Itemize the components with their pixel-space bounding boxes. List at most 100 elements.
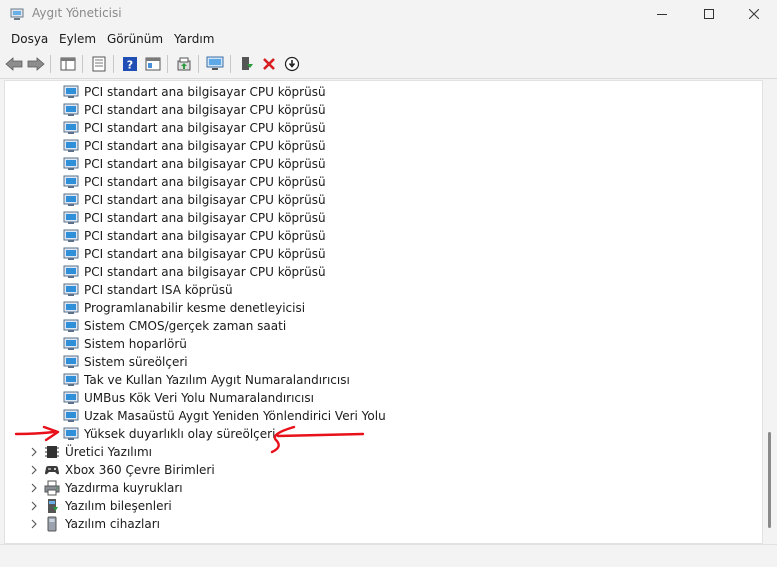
properties-icon — [92, 56, 106, 72]
toolbar-separator — [167, 55, 168, 73]
view-panel-icon — [145, 57, 161, 71]
device-label: PCI standart ana bilgisayar CPU köprüsü — [84, 211, 326, 225]
device-row[interactable]: Yüksek duyarlıklı olay süreölçeri — [63, 425, 275, 443]
category-label: Üretici Yazılımı — [65, 445, 152, 459]
category-row[interactable]: Xbox 360 Çevre Birimleri — [44, 461, 215, 479]
device-row[interactable]: PCI standart ana bilgisayar CPU köprüsü — [63, 263, 326, 281]
expand-chevron-icon[interactable] — [29, 447, 39, 457]
scan-hardware-button[interactable] — [205, 54, 225, 74]
system-device-icon — [63, 85, 79, 98]
device-label: PCI standart ana bilgisayar CPU köprüsü — [84, 265, 326, 279]
device-row[interactable]: Sistem CMOS/gerçek zaman saati — [63, 317, 286, 335]
device-label: UMBus Kök Veri Yolu Numaralandırıcısı — [84, 391, 314, 405]
disable-device-button[interactable] — [282, 54, 302, 74]
device-row[interactable]: PCI standart ana bilgisayar CPU köprüsü — [63, 155, 326, 173]
device-row[interactable]: Programlanabilir kesme denetleyicisi — [63, 299, 305, 317]
maximize-button[interactable] — [686, 0, 732, 28]
help-icon: ? — [123, 57, 137, 72]
expand-chevron-icon[interactable] — [29, 501, 39, 511]
system-device-icon — [63, 247, 79, 260]
properties-button[interactable] — [89, 54, 109, 74]
device-row[interactable]: PCI standart ana bilgisayar CPU köprüsü — [63, 209, 326, 227]
forward-button[interactable] — [26, 54, 46, 74]
status-bar — [0, 544, 777, 567]
system-device-icon — [63, 193, 79, 206]
system-device-icon — [63, 157, 79, 170]
scan-hardware-monitor-icon — [206, 56, 224, 70]
device-row[interactable]: Sistem süreölçeri — [63, 353, 188, 371]
expand-chevron-icon[interactable] — [29, 483, 39, 493]
device-row[interactable]: PCI standart ana bilgisayar CPU köprüsü — [63, 191, 326, 209]
toolbar: ? — [0, 50, 777, 79]
update-driver-button[interactable] — [174, 54, 194, 74]
system-device-icon — [63, 211, 79, 224]
vertical-scrollbar[interactable] — [764, 80, 777, 544]
system-device-icon — [63, 319, 79, 332]
device-label: PCI standart ana bilgisayar CPU köprüsü — [84, 157, 326, 171]
minimize-button[interactable] — [639, 0, 685, 28]
system-device-icon — [63, 103, 79, 116]
toolbar-separator — [82, 55, 83, 73]
close-button[interactable] — [731, 0, 777, 28]
help-button[interactable]: ? — [120, 54, 140, 74]
category-label: Yazdırma kuyrukları — [65, 481, 183, 495]
category-row[interactable]: Üretici Yazılımı — [44, 443, 152, 461]
device-label: Sistem süreölçeri — [84, 355, 188, 369]
device-row[interactable]: Sistem hoparlörü — [63, 335, 187, 353]
device-row[interactable]: PCI standart ana bilgisayar CPU köprüsü — [63, 83, 326, 101]
enable-device-icon — [242, 57, 253, 70]
system-device-icon — [63, 409, 79, 422]
console-tree-button[interactable] — [58, 54, 78, 74]
device-tree[interactable]: PCI standart ana bilgisayar CPU köprüsü P… — [4, 80, 763, 544]
device-row[interactable]: PCI standart ana bilgisayar CPU köprüsü — [63, 119, 326, 137]
svg-text:?: ? — [127, 59, 133, 72]
category-row[interactable]: Yazdırma kuyrukları — [44, 479, 183, 497]
menu-dosya[interactable]: Dosya — [11, 32, 48, 46]
back-button[interactable] — [4, 54, 24, 74]
device-label: PCI standart ana bilgisayar CPU köprüsü — [84, 193, 326, 207]
category-label: Yazılım bileşenleri — [65, 499, 172, 513]
window-title: Aygıt Yöneticisi — [32, 6, 122, 20]
maximize-icon — [704, 9, 714, 19]
system-device-icon — [63, 283, 79, 296]
system-device-icon — [63, 265, 79, 278]
system-device-icon — [63, 373, 79, 386]
expand-chevron-icon[interactable] — [29, 519, 39, 529]
system-device-icon — [63, 175, 79, 188]
device-row[interactable]: PCI standart ana bilgisayar CPU köprüsü — [63, 173, 326, 191]
title-bar: Aygıt Yöneticisi — [0, 0, 777, 28]
device-row[interactable]: UMBus Kök Veri Yolu Numaralandırıcısı — [63, 389, 314, 407]
menu-yardim[interactable]: Yardım — [174, 32, 214, 46]
system-device-icon — [63, 355, 79, 368]
device-row[interactable]: PCI standart ana bilgisayar CPU köprüsü — [63, 137, 326, 155]
toolbar-separator — [50, 55, 51, 73]
toolbar-separator — [113, 55, 114, 73]
uninstall-device-button[interactable] — [259, 54, 279, 74]
device-label: PCI standart ana bilgisayar CPU köprüsü — [84, 121, 326, 135]
device-row[interactable]: PCI standart ISA köprüsü — [63, 281, 233, 299]
device-row[interactable]: Uzak Masaüstü Aygıt Yeniden Yönlendirici… — [63, 407, 386, 425]
expand-chevron-icon[interactable] — [29, 465, 39, 475]
system-device-icon — [63, 301, 79, 314]
software-component-icon — [48, 499, 58, 513]
device-row[interactable]: PCI standart ana bilgisayar CPU köprüsü — [63, 227, 326, 245]
device-row[interactable]: PCI standart ana bilgisayar CPU köprüsü — [63, 101, 326, 119]
toolbar-separator — [230, 55, 231, 73]
menu-eylem[interactable]: Eylem — [59, 32, 96, 46]
device-row[interactable]: PCI standart ana bilgisayar CPU köprüsü — [63, 245, 326, 263]
view-button[interactable] — [143, 54, 163, 74]
category-row[interactable]: Yazılım bileşenleri — [44, 497, 172, 515]
scrollbar-thumb[interactable] — [768, 432, 771, 528]
device-label: PCI standart ISA köprüsü — [84, 283, 233, 297]
device-row[interactable]: Tak ve Kullan Yazılım Aygıt Numaralandır… — [63, 371, 350, 389]
device-label: PCI standart ana bilgisayar CPU köprüsü — [84, 229, 326, 243]
system-device-icon — [63, 121, 79, 134]
enable-device-button[interactable] — [236, 54, 256, 74]
close-icon — [749, 9, 759, 19]
console-tree-icon — [60, 57, 76, 71]
category-row[interactable]: Yazılım cihazları — [44, 515, 160, 533]
update-driver-icon — [177, 57, 191, 71]
menu-gorunum[interactable]: Görünüm — [107, 32, 163, 46]
category-label: Yazılım cihazları — [65, 517, 160, 531]
firmware-chip-icon — [45, 446, 59, 458]
